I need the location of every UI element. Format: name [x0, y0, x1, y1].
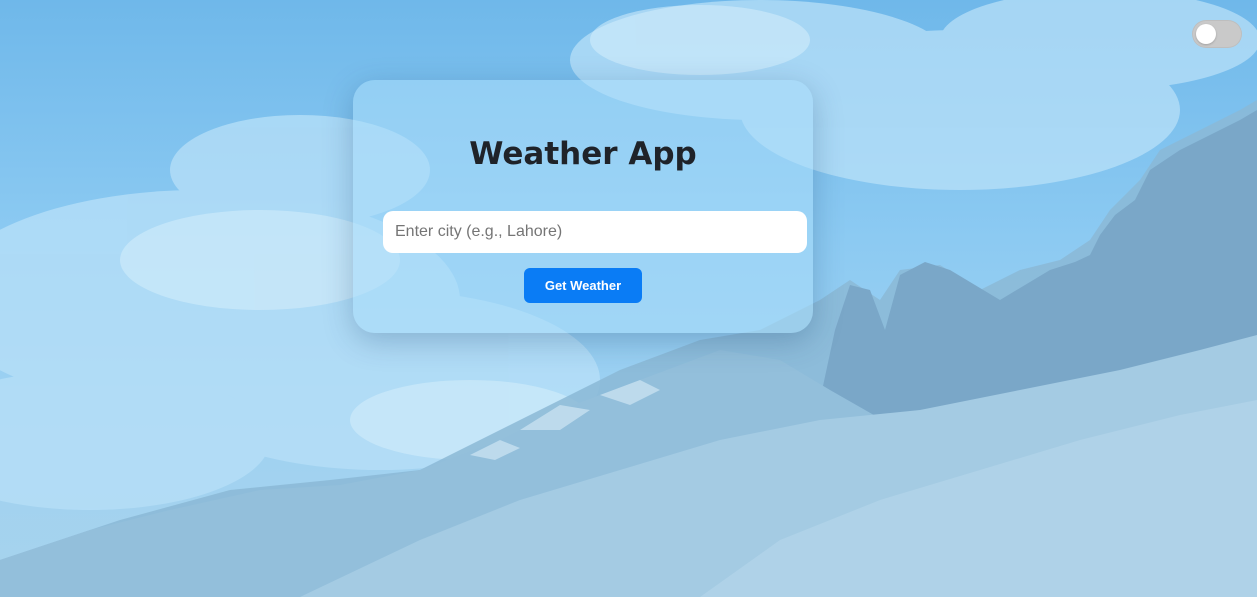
weather-card: Weather App Get Weather: [353, 80, 813, 333]
theme-toggle-switch[interactable]: [1192, 20, 1242, 48]
toggle-knob: [1196, 24, 1216, 44]
city-search-input[interactable]: [383, 211, 807, 253]
get-weather-button[interactable]: Get Weather: [524, 268, 642, 303]
app-title: Weather App: [469, 136, 697, 172]
app-background: Weather App Get Weather: [0, 0, 1257, 597]
